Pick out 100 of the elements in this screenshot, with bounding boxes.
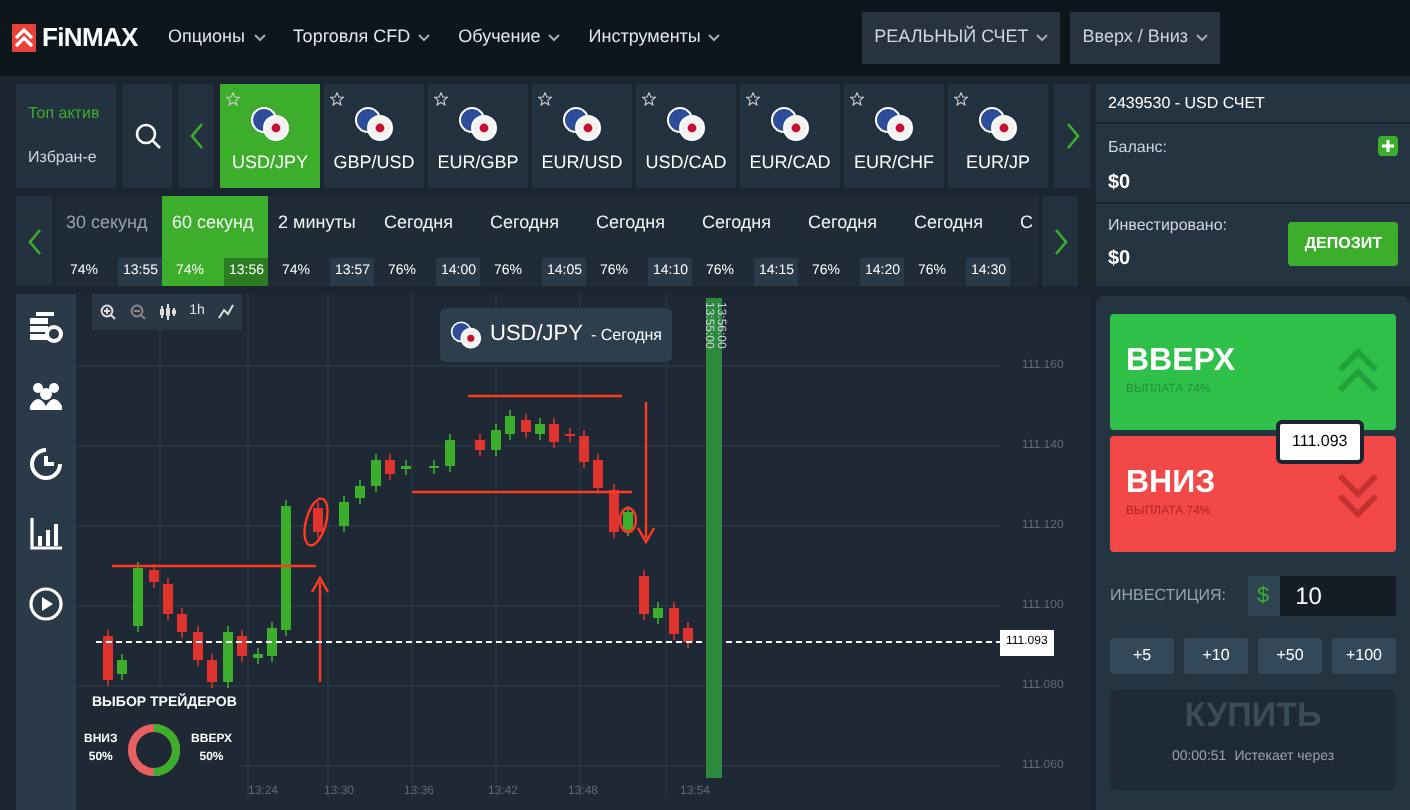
balance-label: Баланс:: [1108, 136, 1167, 160]
chart-title: USD/JPY: [490, 320, 583, 351]
star-icon[interactable]: [226, 92, 240, 106]
previous-button[interactable]: [16, 196, 52, 286]
chevron-down-icon: [1036, 34, 1049, 42]
next-button[interactable]: [1054, 84, 1090, 188]
currency-pair-icon: [874, 105, 914, 141]
coins-icon[interactable]: [28, 310, 64, 346]
star-icon[interactable]: [538, 92, 552, 106]
next-button[interactable]: [1042, 196, 1078, 286]
chart-subtitle: - Сегодня: [590, 323, 663, 347]
currency-pair-icon: [978, 105, 1018, 141]
candle: [653, 601, 663, 625]
zoom-out-icon[interactable]: [129, 304, 146, 320]
candle: [639, 569, 649, 621]
candle: [579, 429, 589, 469]
candle: [149, 563, 159, 589]
asset-tab[interactable]: EUR/CAD: [740, 84, 840, 188]
account-title: 2439530 - USD СЧЕТ: [1096, 84, 1410, 124]
line-chart-icon[interactable]: [218, 304, 235, 320]
star-icon[interactable]: [850, 92, 864, 106]
candles-icon[interactable]: [159, 304, 176, 320]
menu-item[interactable]: Инструменты: [588, 24, 721, 52]
currency-pair-icon: [770, 105, 810, 141]
star-icon[interactable]: [954, 92, 968, 106]
candle: [371, 453, 381, 493]
candle: [207, 653, 217, 689]
star-icon[interactable]: [642, 92, 656, 106]
amount-input[interactable]: $ 10: [1247, 576, 1396, 616]
candle: [535, 417, 545, 441]
investment-label: ИНВЕСТИЦИЯ:: [1110, 584, 1229, 608]
currency-pair-icon: [458, 105, 498, 141]
people-icon[interactable]: [28, 380, 64, 412]
candle: [355, 479, 365, 505]
sentiment-donut: [126, 721, 183, 777]
candle: [385, 453, 395, 481]
candle: [445, 433, 455, 473]
chevron-down-icon: [253, 34, 266, 42]
invested-label: Инвестировано:: [1108, 214, 1228, 238]
candle: [117, 653, 127, 681]
candle: [623, 505, 633, 537]
clock-chart-icon[interactable]: [28, 446, 64, 482]
candle: [223, 625, 233, 689]
chevron-down-icon: [548, 34, 561, 42]
currency-pair-icon: [354, 105, 394, 141]
candle: [491, 423, 501, 457]
star-icon[interactable]: [434, 92, 448, 106]
candle: [313, 501, 323, 539]
asset-tab[interactable]: USD/CAD: [636, 84, 736, 188]
candle: [339, 495, 349, 533]
currency-pair-icon: [666, 105, 706, 141]
candle: [237, 629, 247, 663]
asset-filter-tab[interactable]: Избран-е: [28, 146, 116, 170]
bar-chart-icon[interactable]: [28, 516, 64, 552]
candle: [253, 647, 263, 665]
menu-item[interactable]: Обучение: [458, 24, 561, 52]
candle: [193, 625, 203, 667]
account-type-dropdown[interactable]: РЕАЛЬНЫЙ СЧЕТ: [862, 12, 1061, 64]
candle: [281, 499, 291, 637]
candle: [505, 409, 515, 441]
increment-button[interactable]: +100: [1332, 638, 1396, 674]
candle: [133, 561, 143, 633]
highlight-ellipse: [303, 497, 329, 547]
asset-tab[interactable]: EUR/JP: [948, 84, 1048, 188]
star-icon[interactable]: [746, 92, 760, 106]
chevron-left-icon: [189, 122, 203, 150]
candle: [429, 459, 439, 475]
candle: [267, 621, 277, 663]
candle: [521, 413, 531, 439]
candle: [609, 483, 619, 539]
candle: [549, 417, 559, 449]
asset-tab[interactable]: GBP/USD: [324, 84, 424, 188]
asset-filter-tab[interactable]: Топ актив: [28, 102, 116, 126]
candle: [565, 427, 575, 443]
plus-icon: [1382, 140, 1394, 152]
logo-icon: [12, 24, 36, 52]
asset-tab[interactable]: EUR/CHF: [844, 84, 944, 188]
star-icon[interactable]: [330, 92, 344, 106]
up-arrow: [310, 575, 330, 684]
chevron-right-icon: [1053, 227, 1067, 255]
increment-button[interactable]: +50: [1258, 638, 1322, 674]
price-tag: 111.093: [1276, 420, 1364, 464]
chevron-right-icon: [1065, 122, 1079, 150]
increment-button[interactable]: +5: [1110, 638, 1174, 674]
asset-tab[interactable]: EUR/GBP: [428, 84, 528, 188]
increment-button[interactable]: +10: [1184, 638, 1248, 674]
menu-item[interactable]: Опционы: [168, 24, 266, 52]
chevron-down-icon: [708, 34, 721, 42]
add-funds-button[interactable]: [1378, 136, 1398, 156]
highlight-ellipse: [618, 506, 638, 534]
zoom-in-icon[interactable]: [99, 304, 116, 320]
option-type-dropdown[interactable]: Вверх / Вниз: [1070, 12, 1220, 64]
play-icon[interactable]: [28, 586, 64, 622]
candle: [683, 621, 693, 649]
chevron-down-icon: [418, 34, 431, 42]
balance-value: $0: [1108, 170, 1133, 198]
candle: [177, 607, 187, 639]
menu-item[interactable]: Торговля CFD: [293, 24, 431, 52]
asset-tab[interactable]: EUR/USD: [532, 84, 632, 188]
search-button[interactable]: [122, 84, 172, 188]
